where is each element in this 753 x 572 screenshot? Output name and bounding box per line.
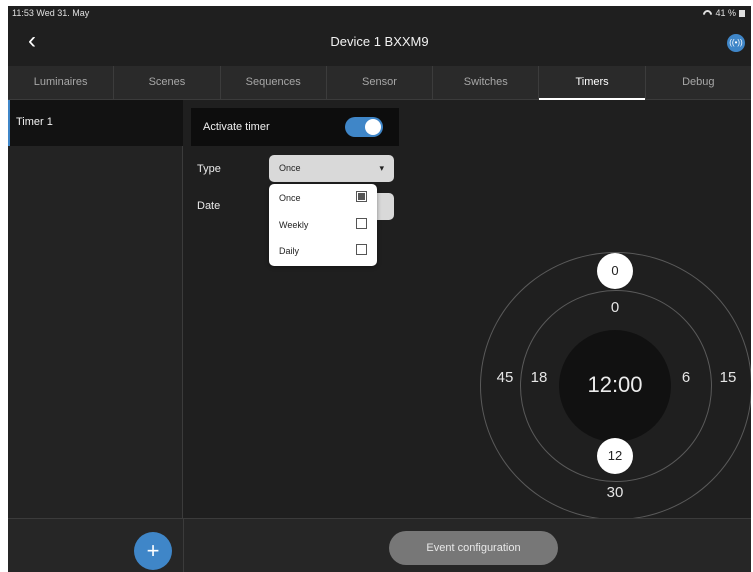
- connection-icon[interactable]: ((•)): [727, 34, 745, 52]
- type-label: Type: [197, 163, 221, 175]
- bottom-bar: + Event configuration: [8, 518, 751, 572]
- timer-editor: Activate timer Type Once ▾ Date Once Wee…: [184, 100, 751, 520]
- minute-label-bottom[interactable]: 30: [600, 484, 630, 501]
- type-option-daily[interactable]: Daily: [269, 237, 377, 263]
- hour-label-left[interactable]: 18: [524, 369, 554, 386]
- tab-bar: Luminaires Scenes Sequences Sensor Switc…: [8, 66, 751, 100]
- wifi-icon: [703, 10, 712, 17]
- tab-sensor[interactable]: Sensor: [327, 66, 434, 99]
- timer-list: Timer 1: [8, 100, 183, 518]
- date-label: Date: [197, 200, 221, 212]
- status-time: 11:53 Wed 31. May: [12, 8, 90, 18]
- divider: [183, 519, 184, 572]
- hour-handle[interactable]: 12: [597, 438, 633, 474]
- timer-list-item[interactable]: Timer 1: [8, 100, 183, 146]
- app-header: ‹ Device 1 BXXM9 ((•)): [8, 20, 751, 66]
- tab-switches[interactable]: Switches: [433, 66, 540, 99]
- checkbox-icon[interactable]: [356, 218, 367, 229]
- app-screen: 11:53 Wed 31. May 41 % ‹ Device 1 BXXM9 …: [8, 6, 751, 572]
- toggle-knob: [365, 119, 381, 135]
- status-bar: 11:53 Wed 31. May 41 %: [8, 6, 751, 20]
- hour-label-top[interactable]: 0: [600, 299, 630, 316]
- time-picker-dial[interactable]: 12:00 0 12 0 6 18 15 30 45: [480, 252, 751, 520]
- minute-handle[interactable]: 0: [597, 253, 633, 289]
- time-display-center: 12:00: [559, 330, 671, 442]
- type-option-label: Weekly: [279, 220, 309, 230]
- type-option-once[interactable]: Once: [269, 184, 377, 210]
- activate-timer-row: Activate timer: [191, 108, 399, 146]
- type-option-label: Daily: [279, 246, 300, 256]
- checkbox-icon[interactable]: [356, 244, 367, 255]
- status-icons: 41 %: [703, 8, 745, 18]
- selected-time: 12:00: [587, 372, 643, 397]
- type-dropdown-menu: Once Weekly Daily: [269, 184, 377, 266]
- tab-debug[interactable]: Debug: [646, 66, 751, 99]
- caret-down-icon: ▾: [379, 163, 384, 173]
- type-select[interactable]: Once ▾: [269, 155, 394, 182]
- tab-sequences[interactable]: Sequences: [221, 66, 327, 99]
- activate-timer-toggle[interactable]: [345, 117, 383, 137]
- minute-label-right[interactable]: 15: [713, 369, 743, 386]
- type-option-label: Once: [279, 193, 301, 203]
- type-selected-value: Once: [279, 163, 301, 173]
- event-configuration-button[interactable]: Event configuration: [389, 531, 558, 565]
- device-title: Device 1 BXXM9: [330, 34, 429, 49]
- minute-label-left[interactable]: 45: [490, 369, 520, 386]
- tab-luminaires[interactable]: Luminaires: [8, 66, 115, 99]
- type-option-weekly[interactable]: Weekly: [269, 211, 377, 237]
- tab-scenes[interactable]: Scenes: [114, 66, 221, 99]
- hour-label-right[interactable]: 6: [671, 369, 701, 386]
- battery-percent: 41 %: [715, 8, 736, 18]
- battery-icon: [739, 9, 745, 17]
- tab-timers[interactable]: Timers: [539, 66, 646, 100]
- activate-timer-label: Activate timer: [203, 121, 270, 133]
- checkbox-checked-icon[interactable]: [356, 191, 367, 202]
- add-timer-button[interactable]: +: [134, 532, 172, 570]
